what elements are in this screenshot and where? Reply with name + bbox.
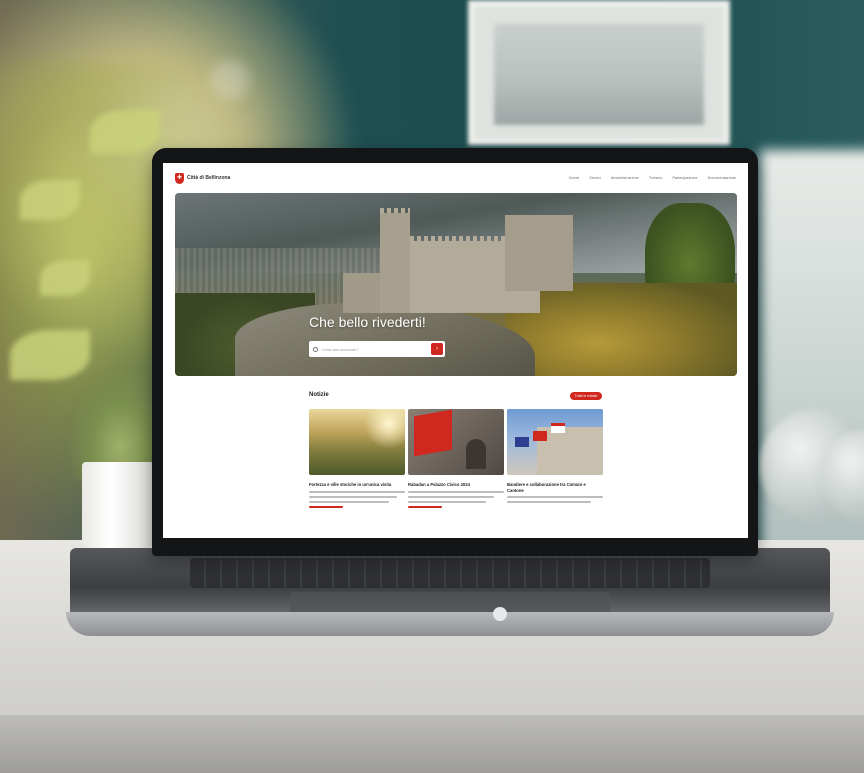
news-card-title[interactable]: Bandiere e collaborazione tra Comuni e C…	[507, 482, 603, 493]
news-card-text	[507, 496, 603, 498]
news-card-image[interactable]	[309, 409, 405, 475]
news-card-text	[507, 501, 591, 503]
hero-search-bar[interactable]: Cosa stai cercando? ›	[309, 341, 445, 357]
search-icon	[313, 346, 318, 352]
hero-banner: Che bello rivederti! Cosa stai cercando?…	[175, 193, 737, 376]
desk-edge	[0, 715, 864, 773]
flag	[515, 437, 529, 447]
news-card-title[interactable]: Rabadan a Palazzo Civico 2024	[408, 482, 504, 488]
laptop-base-front	[66, 612, 834, 636]
castle-crenellation	[410, 236, 505, 241]
leaf	[20, 180, 80, 220]
castle-tower	[380, 213, 410, 313]
news-card[interactable]: Bandiere e collaborazione tra Comuni e C…	[507, 409, 603, 503]
nav-item[interactable]: Documentazione	[708, 176, 736, 180]
news-card-text	[408, 495, 494, 498]
news-card-link[interactable]	[309, 505, 343, 508]
laptop-screen: ✚ Città di Bellinzona Vivere Servizi Amm…	[163, 163, 748, 538]
wall-picture	[494, 24, 704, 125]
news-card-text	[309, 490, 405, 493]
leaf	[90, 110, 160, 154]
news-card-title[interactable]: Fortezza e ville storiche in un'unica vi…	[309, 482, 405, 488]
news-card-link[interactable]	[408, 505, 442, 508]
news-card-text	[408, 490, 504, 493]
main-nav: Vivere Servizi Amministrazione Turismo P…	[569, 176, 736, 180]
news-card-image[interactable]	[507, 409, 603, 475]
flag	[551, 423, 565, 433]
news-card[interactable]: Fortezza e ville storiche in un'unica vi…	[309, 409, 405, 508]
plant-pot	[82, 462, 154, 548]
all-news-button[interactable]: Tutte le notizie	[570, 392, 602, 400]
castle-tower	[505, 215, 573, 291]
site-header: ✚ Città di Bellinzona Vivere Servizi Amm…	[163, 163, 748, 193]
nav-item[interactable]: Partecipazione	[672, 176, 697, 180]
nav-item[interactable]: Amministrazione	[611, 176, 639, 180]
castle-crenellation	[380, 208, 410, 213]
leaf	[40, 260, 90, 296]
nav-item[interactable]: Servizi	[589, 176, 600, 180]
news-card-text	[309, 495, 397, 498]
nav-item[interactable]: Vivere	[569, 176, 580, 180]
red-banner	[414, 409, 452, 457]
search-submit-button[interactable]: ›	[431, 343, 443, 355]
site-logo-text[interactable]: Città di Bellinzona	[187, 175, 230, 181]
sun-glare	[364, 409, 405, 449]
news-card-image[interactable]	[408, 409, 504, 475]
search-placeholder: Cosa stai cercando?	[322, 346, 359, 352]
news-heading: Notizie	[309, 392, 329, 398]
hero-title: Che bello rivederti!	[309, 314, 426, 330]
news-card[interactable]: Rabadan a Palazzo Civico 2024	[408, 409, 504, 508]
flag	[533, 431, 547, 441]
laptop-keyboard	[190, 558, 710, 588]
nav-item[interactable]: Turismo	[649, 176, 663, 180]
laptop-notch	[493, 607, 507, 621]
city-shield-icon[interactable]: ✚	[175, 173, 184, 184]
building-arch	[466, 439, 486, 469]
wall-picture-frame	[468, 0, 730, 145]
news-card-text	[408, 500, 486, 503]
news-card-text	[309, 500, 389, 503]
